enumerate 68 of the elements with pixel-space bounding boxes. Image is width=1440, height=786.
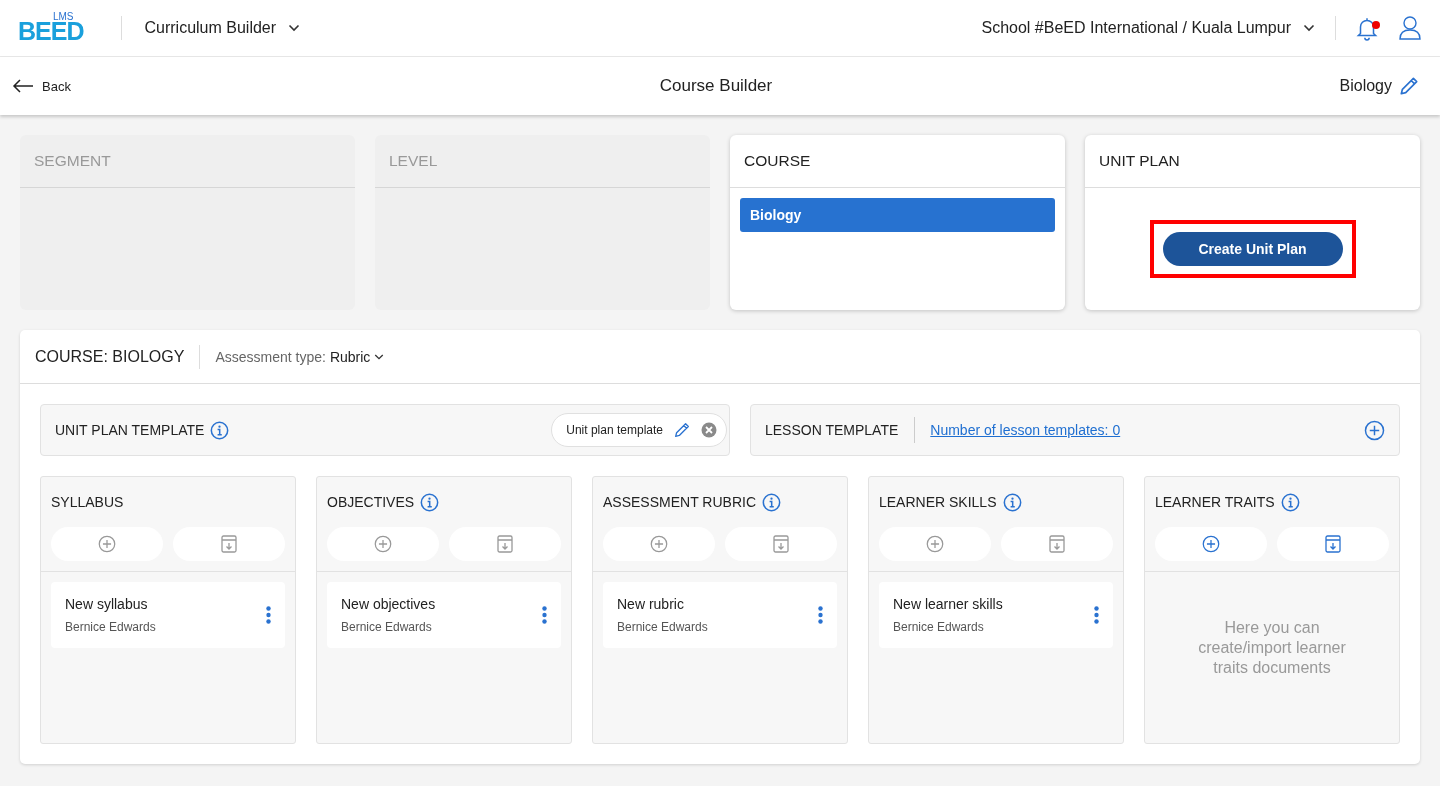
plus-circle-icon [98, 535, 116, 553]
import-icon [221, 535, 237, 553]
more-vertical-icon[interactable] [1094, 606, 1099, 624]
template-label: LESSON TEMPLATE [765, 422, 899, 438]
plus-circle-icon [1202, 535, 1220, 553]
document-author: Bernice Edwards [893, 620, 985, 634]
logo[interactable]: LMS BEED [18, 12, 84, 44]
arrow-left-icon [12, 79, 34, 93]
document-title: New learner skills [893, 596, 1004, 612]
close-icon[interactable] [701, 422, 717, 438]
import-icon [1049, 535, 1065, 553]
chevron-down-icon [288, 24, 301, 32]
more-vertical-icon[interactable] [542, 606, 547, 624]
document-title: New rubric [617, 596, 685, 612]
document-card[interactable]: New objectives Bernice Edwards [327, 582, 561, 648]
chevron-down-icon [1303, 24, 1315, 32]
more-vertical-icon[interactable] [266, 606, 271, 624]
stage-title: SEGMENT [34, 152, 111, 170]
bell-icon[interactable] [1354, 15, 1380, 41]
course-item[interactable]: Biology [740, 198, 1055, 232]
info-icon[interactable] [762, 492, 781, 512]
assessment-type-selector[interactable]: Assessment type: Rubric [215, 348, 385, 365]
lesson-templates-link[interactable]: Number of lesson templates: 0 [914, 417, 1121, 443]
more-vertical-icon[interactable] [818, 606, 823, 624]
add-circle-icon[interactable] [1364, 419, 1385, 441]
column-title: OBJECTIVES [327, 494, 415, 510]
create-button[interactable] [1155, 527, 1267, 561]
plus-circle-icon [374, 535, 392, 553]
pencil-icon[interactable] [1398, 75, 1420, 97]
document-author: Bernice Edwards [65, 620, 157, 634]
user-icon[interactable] [1398, 15, 1422, 41]
import-button[interactable] [1277, 527, 1389, 561]
info-icon[interactable] [1002, 492, 1022, 512]
plus-circle-icon [650, 535, 668, 553]
column-title: LEARNER TRAITS [1155, 494, 1275, 510]
stage-title: LEVEL [389, 152, 438, 170]
course-name: Biology [1339, 77, 1392, 95]
document-card[interactable]: New syllabus Bernice Edwards [51, 582, 285, 648]
school-selector[interactable]: School #BeED International / Kuala Lumpur [979, 17, 1317, 39]
template-chip[interactable]: Unit plan template [551, 413, 727, 447]
pencil-icon[interactable] [673, 421, 691, 439]
document-card[interactable]: New rubric Bernice Edwards [603, 582, 837, 648]
document-title: New objectives [341, 596, 437, 612]
import-icon [497, 535, 513, 553]
plus-circle-icon [926, 535, 944, 553]
app-menu[interactable]: Curriculum Builder [142, 17, 303, 39]
page-title: Course Builder [659, 76, 773, 96]
document-author: Bernice Edwards [341, 620, 433, 634]
info-icon[interactable] [1280, 492, 1300, 512]
import-icon [773, 535, 789, 553]
template-label: UNIT PLAN TEMPLATE [55, 422, 205, 438]
chip-label: Unit plan template [566, 423, 663, 437]
back-button[interactable]: Back [12, 78, 71, 94]
course-heading: COURSE: BIOLOGY [35, 344, 201, 369]
document-card[interactable]: New learner skills Bernice Edwards [879, 582, 1113, 648]
column-title: ASSESSMENT RUBRIC [603, 494, 756, 510]
import-icon [1325, 535, 1341, 553]
create-unit-plan-button[interactable]: Create Unit Plan [1162, 232, 1343, 266]
info-icon[interactable] [420, 492, 440, 512]
info-icon[interactable] [210, 420, 230, 440]
stage-title: COURSE [744, 152, 811, 170]
document-title: New syllabus [65, 596, 149, 612]
document-author: Bernice Edwards [617, 620, 709, 634]
chevron-down-icon [374, 352, 385, 361]
stage-title: UNIT PLAN [1099, 152, 1180, 170]
column-title: LEARNER SKILLS [879, 494, 997, 510]
column-title: SYLLABUS [51, 494, 124, 510]
empty-state-text: Here you can create/import learner traits documents [1197, 617, 1347, 678]
